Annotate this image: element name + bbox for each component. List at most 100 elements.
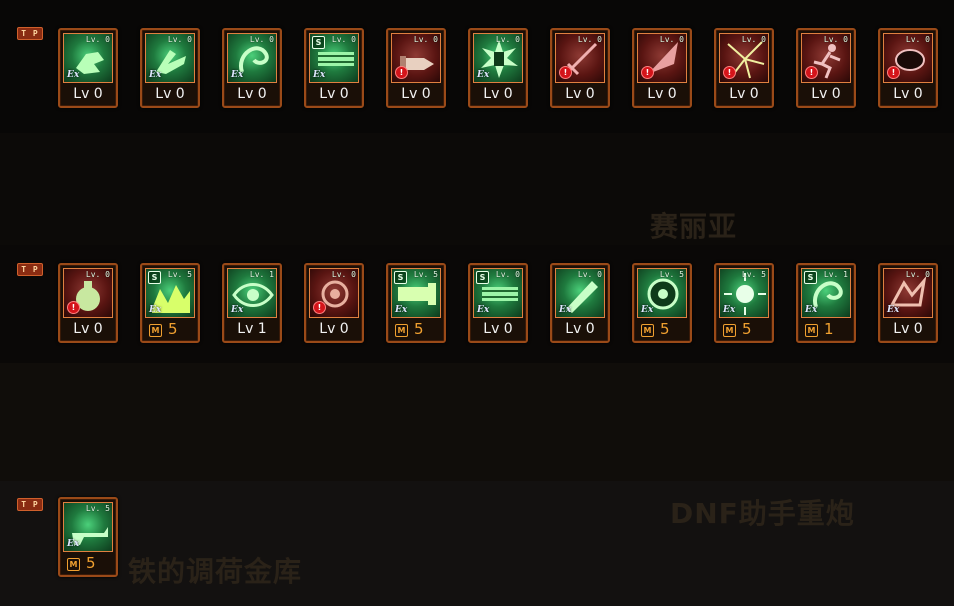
skill-slot[interactable]: Lv. 0! Lv 0 [386, 28, 446, 108]
skill-icon: Lv. 0! [555, 33, 605, 83]
skill-level-tag: Lv. 5 [413, 270, 438, 279]
skill-level-tag: Lv. 0 [577, 270, 602, 279]
row-band [0, 133, 954, 245]
skill-level-tag: Lv. 0 [495, 270, 520, 279]
skill-level-tag: Lv. 5 [85, 504, 110, 513]
skill-slot[interactable]: Lv. 1 S Ex M 1 [796, 263, 856, 343]
skill-level-label: Lv 1 [237, 321, 267, 337]
skill-icon: Lv. 0 Ex [63, 33, 113, 83]
skill-icon: Lv. 5 Ex [63, 502, 113, 552]
mastery-value: 5 [742, 320, 752, 338]
warning-icon: ! [67, 301, 80, 314]
skill-icon: Lv. 0! [883, 33, 933, 83]
ex-badge: Ex [477, 305, 490, 315]
skill-slot[interactable]: Lv. 0! Lv 0 [714, 28, 774, 108]
warning-icon: ! [887, 66, 900, 79]
skill-slot[interactable]: Lv. 0! Lv 0 [58, 263, 118, 343]
tp-icon: T P [17, 498, 43, 511]
skill-level-tag: Lv. 0 [905, 35, 930, 44]
special-skill-badge: S [394, 271, 407, 284]
mastery-icon: M [805, 324, 818, 337]
skill-slot[interactable]: Lv. 0 Ex Lv 0 [550, 263, 610, 343]
skill-level-label: Lv 0 [401, 86, 431, 102]
skill-slot[interactable]: Lv. 5 Ex M 5 [632, 263, 692, 343]
skill-icon: Lv. 5 Ex [719, 268, 769, 318]
skill-slot[interactable]: Lv. 0 S Ex Lv 0 [468, 263, 528, 343]
skill-slot[interactable]: Lv. 0! Lv 0 [878, 28, 938, 108]
ex-badge: Ex [231, 305, 244, 315]
skill-slot[interactable]: Lv. 5 Ex M 5 [714, 263, 774, 343]
skill-level-label: Lv 0 [319, 86, 349, 102]
skill-slot[interactable]: Lv. 0 Ex Lv 0 [58, 28, 118, 108]
skill-icon: Lv. 0 S Ex [473, 268, 523, 318]
ex-badge: Ex [641, 305, 654, 315]
ex-badge: Ex [805, 305, 818, 315]
ex-badge: Ex [149, 305, 162, 315]
skill-tree-panel: { "tp_label": "T P", "ghost_texts": ["赛丽… [0, 0, 954, 606]
skill-slot[interactable]: Lv. 0 Ex Lv 0 [222, 28, 282, 108]
skill-level-tag: Lv. 0 [331, 270, 356, 279]
mastery-value: 5 [86, 554, 96, 572]
skill-slot[interactable]: Lv. 1 Ex Lv 1 [222, 263, 282, 343]
skill-level-label: Lv 0 [565, 86, 595, 102]
warning-icon: ! [723, 66, 736, 79]
ex-badge: Ex [67, 70, 80, 80]
mastery-value: 5 [414, 320, 424, 338]
skill-level-tag: Lv. 0 [823, 35, 848, 44]
ex-badge: Ex [477, 70, 490, 80]
skill-level-label: Lv 0 [483, 321, 513, 337]
skill-icon: Lv. 0! [719, 33, 769, 83]
skill-icon: Lv. 5 Ex [637, 268, 687, 318]
skill-slot[interactable]: Lv. 5 S Ex M 5 [386, 263, 446, 343]
skill-level-tag: Lv. 1 [249, 270, 274, 279]
background-text: DNF助手重炮 [670, 497, 855, 530]
skill-slot[interactable]: Lv. 0 Ex Lv 0 [878, 263, 938, 343]
skill-level-tag: Lv. 0 [741, 35, 766, 44]
skill-slot[interactable]: Lv. 0! Lv 0 [304, 263, 364, 343]
skill-level-label: Lv 0 [893, 86, 923, 102]
skill-slot[interactable]: Lv. 0 Ex Lv 0 [140, 28, 200, 108]
skill-level-label: Lv 0 [647, 86, 677, 102]
mastery-level: M5 [716, 320, 772, 339]
mastery-level: M1 [798, 320, 854, 339]
ex-badge: Ex [559, 305, 572, 315]
skill-slot[interactable]: Lv. 0! Lv 0 [632, 28, 692, 108]
skill-slot[interactable]: Lv. 0 S Ex Lv 0 [304, 28, 364, 108]
ex-badge: Ex [67, 539, 80, 549]
skill-icon: Lv. 1 Ex [227, 268, 277, 318]
skill-level-tag: Lv. 5 [741, 270, 766, 279]
skill-level-tag: Lv. 0 [659, 35, 684, 44]
skill-icon: Lv. 5 S Ex [391, 268, 441, 318]
skill-level-tag: Lv. 0 [85, 35, 110, 44]
skill-icon: Lv. 0! [391, 33, 441, 83]
mastery-value: 5 [660, 320, 670, 338]
skill-slot[interactable]: Lv. 0! Lv 0 [550, 28, 610, 108]
skill-level-tag: Lv. 0 [495, 35, 520, 44]
mastery-level: M5 [634, 320, 690, 339]
warning-icon: ! [395, 66, 408, 79]
skill-icon: Lv. 0 Ex [555, 268, 605, 318]
skill-level-tag: Lv. 0 [331, 35, 356, 44]
skill-slot[interactable]: Lv. 5 Ex M 5 [58, 497, 118, 577]
skill-level-tag: Lv. 5 [659, 270, 684, 279]
skill-icon: Lv. 0 Ex [227, 33, 277, 83]
skill-slot[interactable]: Lv. 0 Ex Lv 0 [468, 28, 528, 108]
ex-badge: Ex [887, 305, 900, 315]
skill-level-label: Lv 0 [565, 321, 595, 337]
mastery-icon: M [395, 324, 408, 337]
skill-level-label: Lv 0 [73, 86, 103, 102]
skill-icon: Lv. 1 S Ex [801, 268, 851, 318]
special-skill-badge: S [804, 271, 817, 284]
skill-icon: Lv. 0! [637, 33, 687, 83]
warning-icon: ! [313, 301, 326, 314]
skill-icon: Lv. 0! [309, 268, 359, 318]
skill-slot[interactable]: Lv. 5 S Ex M 5 [140, 263, 200, 343]
special-skill-badge: S [148, 271, 161, 284]
skill-level-label: Lv 0 [237, 86, 267, 102]
skill-slot[interactable]: Lv. 0! Lv 0 [796, 28, 856, 108]
skill-icon: Lv. 0! [63, 268, 113, 318]
mastery-level: M5 [388, 320, 444, 339]
skill-icon: Lv. 0 S Ex [309, 33, 359, 83]
ex-badge: Ex [149, 70, 162, 80]
row-band [0, 363, 954, 481]
